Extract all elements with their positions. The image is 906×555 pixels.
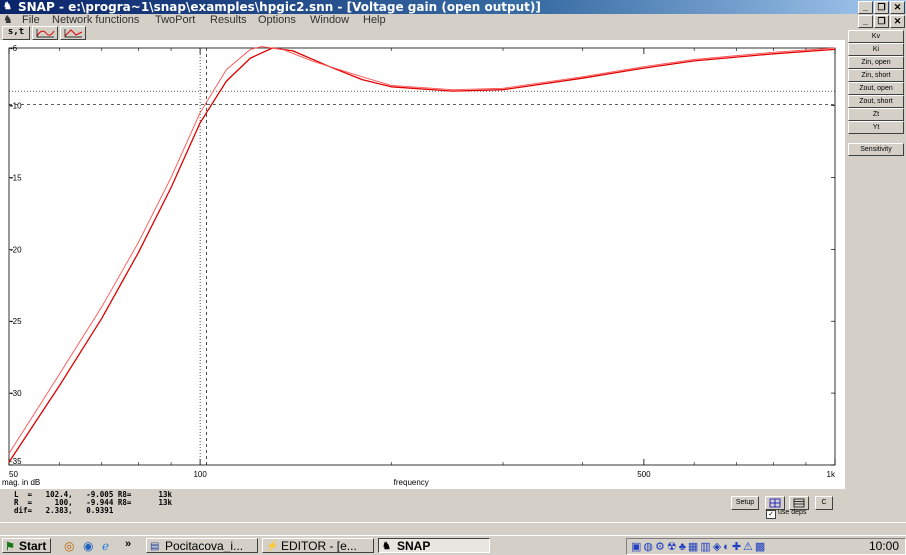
y-tick-label: -20 [10,245,22,254]
fs-plot-button[interactable] [32,26,58,40]
ki-button[interactable]: Ki [848,43,904,56]
close-button[interactable]: ✕ [890,1,905,14]
plot-area[interactable]: -6 -10 -15 -20 -25 -30 -35 50 100 500 1k frequency m… [0,40,845,489]
readout-difference: dif= 2.383, 0.9391 [14,506,114,515]
grid-button[interactable] [765,496,785,510]
y-axis-label: mag. in dB [2,478,40,487]
yt-button[interactable]: Yt [848,121,904,134]
sensitivity-button[interactable]: Sensitivity [848,143,904,156]
window-title: SNAP - e:\progra~1\snap\examples\hpgic2.… [18,0,541,14]
y-tick-label: -25 [10,317,22,326]
c-button[interactable]: C [815,496,833,510]
quicklaunch-ie-icon[interactable]: ℯ [102,539,109,553]
snap-app-icon: ♞ [3,1,12,12]
quicklaunch-icon-2[interactable]: ◉ [83,539,93,553]
clock: 10:00 [868,539,899,553]
toolbar: s,t [0,26,845,40]
menu-network-functions[interactable]: Network functions [52,14,139,26]
ft-plot-icon [64,29,83,38]
zin-short-button[interactable]: Zin, short [848,69,904,82]
task-snap[interactable]: ♞ SNAP [378,538,490,553]
system-tray: ▣◍⚙☢♣▦▥◈◐✚⚠▩ 10:00 [626,538,906,555]
start-label: Start [19,539,47,553]
setup-button[interactable]: Setup [731,496,759,510]
window-controls: _ ❐ ✕ [858,1,905,14]
mdi-close-button[interactable]: ✕ [890,15,905,28]
menu-bar: ♞ File Network functions TwoPort Results… [0,14,906,28]
table-button[interactable] [789,496,809,510]
plot-frame [8,47,836,466]
title-bar[interactable]: ♞ SNAP - e:\progra~1\snap\examples\hpgic… [0,0,906,14]
fs-plot-icon [36,29,55,38]
y-tick-label: -30 [10,389,22,398]
zt-button[interactable]: Zt [848,108,904,121]
menu-options[interactable]: Options [258,14,296,26]
series-line-1 [8,47,836,463]
grid-icon [769,498,781,508]
tray-icons[interactable]: ▣◍⚙☢♣▦▥◈◐✚⚠▩ [631,540,767,553]
mdi-minimize-button[interactable]: _ [858,15,873,28]
use-deps-label: use deps [778,509,807,516]
network-function-panel: Kv Ki Zin, open Zin, short Zout, open Zo… [846,28,906,522]
zout-open-button[interactable]: Zout, open [848,82,904,95]
menu-file[interactable]: File [22,14,40,26]
menu-results[interactable]: Results [210,14,247,26]
mdi-controls: _ ❐ ✕ [858,15,905,28]
word-doc-icon: ▤ [150,541,160,552]
st-domain-button[interactable]: s,t [2,26,30,40]
kv-button[interactable]: Kv [848,30,904,43]
x-axis-label: frequency [394,478,429,487]
x-tick-label: 500 [637,470,651,479]
menu-window[interactable]: Window [310,14,349,26]
taskbar: ⚑ Start ◎ ◉ ℯ » ▤ Pocitacova_i... ⚡ EDIT… [0,535,906,555]
menu-twoport[interactable]: TwoPort [155,14,195,26]
ft-plot-button[interactable] [60,26,86,40]
status-bar [0,522,906,535]
x-tick-label: 1k [827,470,836,479]
table-icon [793,498,805,508]
cursor-readout-panel: L = 102.4, -9.005 R8= 13k R = 100, -9.94… [0,489,845,522]
windows-flag-icon: ⚑ [5,541,15,553]
restore-button[interactable]: ❐ [874,1,889,14]
menu-help[interactable]: Help [363,14,386,26]
task-editor[interactable]: ⚡ EDITOR - [e... [262,538,374,553]
mdi-restore-button[interactable]: ❐ [874,15,889,28]
snap-task-icon: ♞ [382,541,391,552]
y-tick-label: -15 [10,173,22,182]
editor-icon: ⚡ [266,541,279,552]
series-line-2 [8,46,836,454]
minimize-button[interactable]: _ [858,1,873,14]
use-deps-checkbox[interactable]: ✓ [766,510,776,519]
mdi-child-icon[interactable]: ♞ [3,14,13,26]
task-pocitacova[interactable]: ▤ Pocitacova_i... [146,538,258,553]
quicklaunch-icon-1[interactable]: ◎ [64,539,74,553]
zin-open-button[interactable]: Zin, open [848,56,904,69]
x-tick-label: 100 [193,470,207,479]
zout-short-button[interactable]: Zout, short [848,95,904,108]
y-tick-label: -6 [10,44,18,53]
y-tick-label: -10 [10,102,22,111]
voltage-gain-chart[interactable]: -6-10-15-20-25-30-3550 100 500 1kfrequencym… [0,40,845,489]
start-button[interactable]: ⚑ Start [2,538,51,553]
quicklaunch-chevron[interactable]: » [125,538,131,550]
